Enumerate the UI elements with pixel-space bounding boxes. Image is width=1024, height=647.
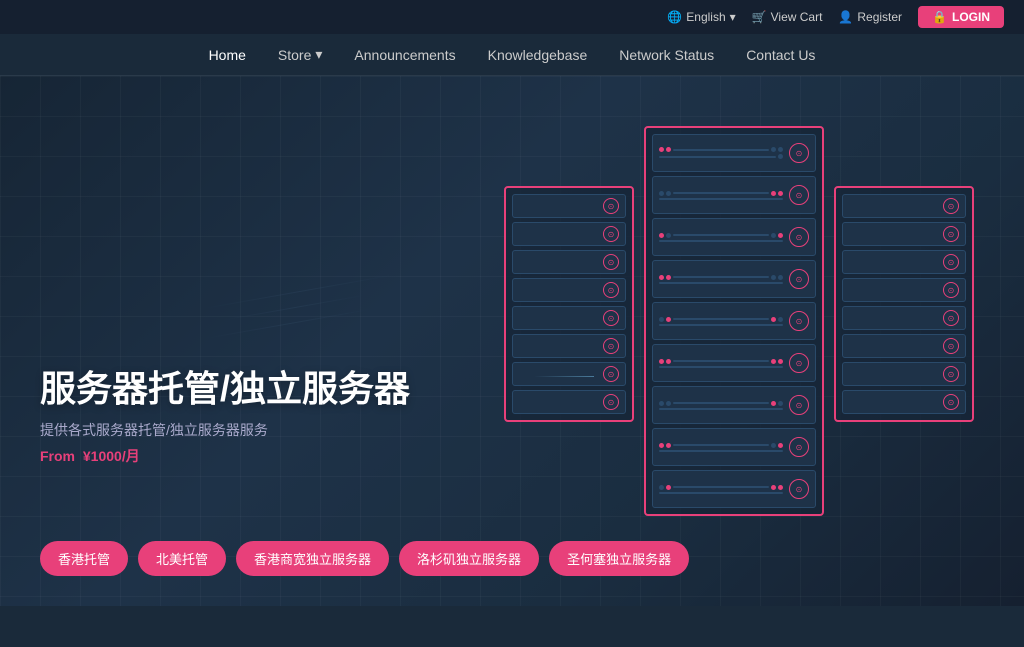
server-button-icon: ⊙	[943, 394, 959, 410]
server-button-icon: ⊙	[603, 254, 619, 270]
register-label: Register	[857, 10, 902, 24]
category-sj-dedicated[interactable]: 圣何塞独立服务器	[549, 541, 689, 576]
server-unit-detailed: ⊙	[652, 218, 816, 256]
hero-price: From ¥1000/月	[40, 446, 410, 466]
language-label: English	[686, 10, 725, 24]
price-prefix: From	[40, 448, 75, 464]
server-unit-detailed: ⊙	[652, 302, 816, 340]
server-unit: ⊙	[512, 334, 626, 358]
server-rack-center: ⊙ ⊙	[644, 126, 824, 516]
server-button-icon: ⊙	[789, 269, 809, 289]
lock-icon: 🔒	[932, 10, 947, 24]
server-button-icon: ⊙	[603, 366, 619, 382]
store-chevron-icon: ▾	[315, 46, 322, 63]
nav-knowledgebase-label: Knowledgebase	[488, 47, 588, 63]
connector-decoration	[534, 376, 594, 377]
nav-knowledgebase[interactable]: Knowledgebase	[488, 47, 588, 63]
server-button-icon: ⊙	[789, 395, 809, 415]
server-unit: ⊙	[842, 250, 966, 274]
register-link[interactable]: 👤 Register	[838, 10, 902, 24]
price-value: ¥1000/月	[83, 448, 140, 464]
server-unit: ⊙	[842, 222, 966, 246]
login-label: LOGIN	[952, 10, 990, 24]
server-unit: ⊙	[512, 278, 626, 302]
navigation: Home Store ▾ Announcements Knowledgebase…	[0, 34, 1024, 76]
server-button-icon: ⊙	[943, 282, 959, 298]
server-button-icon: ⊙	[943, 254, 959, 270]
nav-store[interactable]: Store ▾	[278, 46, 323, 63]
server-unit: ⊙	[842, 306, 966, 330]
hero-section: ⊙ ⊙ ⊙ ⊙ ⊙ ⊙ ⊙ ⊙	[0, 76, 1024, 606]
server-unit: ⊙	[512, 390, 626, 414]
category-na-hosting[interactable]: 北美托管	[138, 541, 226, 576]
nav-home-label: Home	[209, 47, 246, 63]
server-unit: ⊙	[842, 194, 966, 218]
globe-icon: 🌐	[667, 10, 682, 24]
server-button-icon: ⊙	[789, 311, 809, 331]
decorative-lines	[200, 276, 400, 339]
category-hk-hosting[interactable]: 香港托管	[40, 541, 128, 576]
server-unit-detailed: ⊙	[652, 260, 816, 298]
server-button-icon: ⊙	[789, 227, 809, 247]
server-button-icon: ⊙	[789, 143, 809, 163]
top-bar: 🌐 English ▾ 🛒 View Cart 👤 Register 🔒 LOG…	[0, 0, 1024, 34]
language-selector[interactable]: 🌐 English ▾	[667, 10, 735, 24]
server-button-icon: ⊙	[943, 226, 959, 242]
server-racks-illustration: ⊙ ⊙ ⊙ ⊙ ⊙ ⊙ ⊙ ⊙	[504, 126, 974, 516]
nav-network-status[interactable]: Network Status	[619, 47, 714, 63]
nav-store-label: Store	[278, 47, 311, 63]
view-cart-link[interactable]: 🛒 View Cart	[752, 10, 823, 24]
server-button-icon: ⊙	[789, 185, 809, 205]
hero-text-block: 服务器托管/独立服务器 提供各式服务器托管/独立服务器服务 From ¥1000…	[40, 367, 410, 466]
server-unit: ⊙	[512, 362, 626, 386]
server-unit: ⊙	[842, 390, 966, 414]
server-button-icon: ⊙	[943, 310, 959, 326]
nav-contact-us[interactable]: Contact Us	[746, 47, 815, 63]
server-unit-detailed: ⊙	[652, 470, 816, 508]
hero-subtitle: 提供各式服务器托管/独立服务器服务	[40, 420, 410, 440]
server-button-icon: ⊙	[789, 479, 809, 499]
server-button-icon: ⊙	[789, 437, 809, 457]
cart-label: View Cart	[771, 10, 823, 24]
server-unit-detailed: ⊙	[652, 428, 816, 466]
login-button[interactable]: 🔒 LOGIN	[918, 6, 1004, 28]
nav-home[interactable]: Home	[209, 47, 246, 63]
server-rack-left: ⊙ ⊙ ⊙ ⊙ ⊙ ⊙ ⊙ ⊙	[504, 186, 634, 422]
server-button-icon: ⊙	[603, 282, 619, 298]
user-icon: 👤	[838, 10, 853, 24]
server-unit-detailed: ⊙	[652, 176, 816, 214]
nav-announcements[interactable]: Announcements	[354, 47, 455, 63]
server-unit: ⊙	[842, 278, 966, 302]
server-button-icon: ⊙	[943, 338, 959, 354]
server-unit-detailed: ⊙	[652, 134, 816, 172]
server-button-icon: ⊙	[603, 226, 619, 242]
server-button-icon: ⊙	[603, 394, 619, 410]
server-unit: ⊙	[512, 250, 626, 274]
server-unit: ⊙	[842, 334, 966, 358]
server-unit: ⊙	[842, 362, 966, 386]
cart-icon: 🛒	[752, 10, 767, 24]
server-button-icon: ⊙	[789, 353, 809, 373]
server-unit: ⊙	[512, 306, 626, 330]
category-la-dedicated[interactable]: 洛杉矶独立服务器	[399, 541, 539, 576]
server-button-icon: ⊙	[603, 338, 619, 354]
server-unit: ⊙	[512, 222, 626, 246]
server-button-icon: ⊙	[943, 366, 959, 382]
server-rack-right: ⊙ ⊙ ⊙ ⊙ ⊙ ⊙ ⊙ ⊙	[834, 186, 974, 422]
chevron-down-icon: ▾	[730, 10, 736, 24]
server-unit-detailed: ⊙	[652, 344, 816, 382]
nav-announcements-label: Announcements	[354, 47, 455, 63]
server-button-icon: ⊙	[943, 198, 959, 214]
server-button-icon: ⊙	[603, 310, 619, 326]
server-unit: ⊙	[512, 194, 626, 218]
category-hk-dedicated[interactable]: 香港商宽独立服务器	[236, 541, 389, 576]
nav-network-status-label: Network Status	[619, 47, 714, 63]
server-button-icon: ⊙	[603, 198, 619, 214]
nav-contact-us-label: Contact Us	[746, 47, 815, 63]
category-buttons-group: 香港托管 北美托管 香港商宽独立服务器 洛杉矶独立服务器 圣何塞独立服务器	[40, 541, 689, 576]
server-unit-detailed: ⊙	[652, 386, 816, 424]
hero-title: 服务器托管/独立服务器	[40, 367, 410, 410]
